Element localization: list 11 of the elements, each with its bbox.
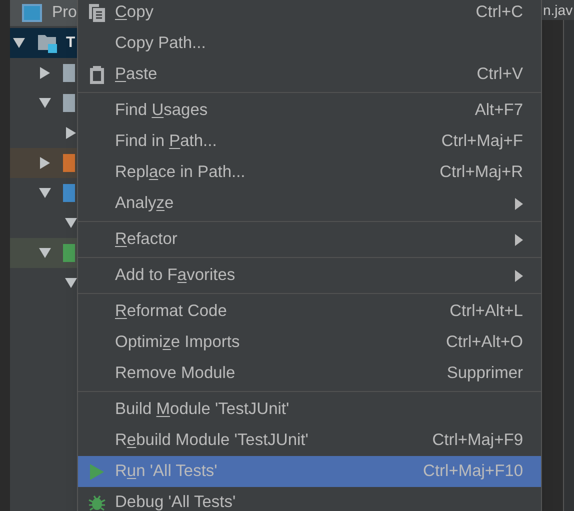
shortcut-label: Ctrl+Maj+F10 xyxy=(423,461,523,482)
shortcut-label: Ctrl+Alt+O xyxy=(446,332,523,354)
shortcut-label: Ctrl+Maj+F9 xyxy=(432,430,523,452)
shortcut-label: Ctrl+V xyxy=(476,64,523,86)
shortcut-label: Ctrl+Alt+L xyxy=(450,301,523,322)
shortcut-label: Ctrl+Maj+R xyxy=(440,162,523,184)
tree-label: T xyxy=(66,32,76,53)
shortcut-label: Ctrl+C xyxy=(476,2,523,24)
shortcut-label: Supprimer xyxy=(446,363,523,384)
shortcut-label: Ctrl+Maj+F xyxy=(441,131,523,152)
shortcut-label: Alt+F7 xyxy=(474,100,523,122)
